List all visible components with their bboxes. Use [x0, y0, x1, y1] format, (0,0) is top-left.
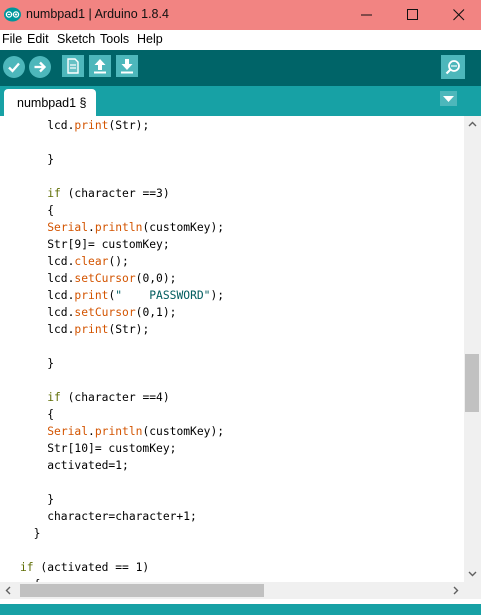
title-bar: numbpad1 | Arduino 1.8.4 — [0, 0, 481, 30]
scroll-right-arrow[interactable] — [447, 582, 464, 599]
code-line: lcd.print(" PASSWORD"); — [20, 289, 225, 302]
chevron-up-icon — [468, 121, 477, 127]
code-line: Str[10]= customKey; — [20, 442, 177, 455]
toolbar — [0, 50, 481, 86]
tab-bar: numbpad1 § — [0, 86, 481, 116]
code-line: { — [20, 408, 55, 421]
code-line: lcd.print(Str); — [20, 323, 150, 336]
tab-menu-button[interactable] — [440, 91, 457, 106]
arduino-logo-icon — [4, 7, 21, 22]
window-title: numbpad1 | Arduino 1.8.4 — [26, 7, 169, 21]
code-editor[interactable]: lcd.print(Str); } if (character ==3) { S… — [0, 116, 464, 582]
upload-icon — [34, 61, 47, 73]
code-line: } — [20, 153, 55, 166]
open-icon — [94, 59, 106, 74]
code-line: } — [20, 357, 55, 370]
code-line: { — [20, 204, 55, 217]
maximize-icon — [407, 9, 418, 20]
code-line: lcd.print(Str); — [20, 119, 150, 132]
save-icon — [121, 59, 133, 74]
code-line: Serial.println(customKey); — [47, 221, 225, 234]
code-line: if (character ==3) — [47, 187, 170, 200]
menu-edit[interactable]: Edit — [27, 32, 49, 46]
save-button[interactable] — [116, 55, 138, 77]
scroll-up-arrow[interactable] — [464, 116, 481, 133]
code-line: activated=1; — [20, 459, 129, 472]
close-icon — [453, 9, 465, 21]
code-line: if (character ==4) — [47, 391, 170, 404]
new-icon — [67, 58, 79, 74]
scroll-left-arrow[interactable] — [0, 582, 17, 599]
minimize-button[interactable] — [344, 0, 389, 30]
new-button[interactable] — [62, 55, 84, 77]
tab-numbpad1[interactable]: numbpad1 § — [4, 89, 96, 116]
horizontal-scroll-thumb[interactable] — [20, 584, 264, 597]
vertical-scrollbar[interactable] — [464, 116, 481, 582]
code-line: lcd.clear(); — [20, 255, 129, 268]
code-line: if (activated == 1) — [20, 561, 150, 574]
maximize-button[interactable] — [390, 0, 435, 30]
upload-button[interactable] — [29, 56, 51, 78]
serial-monitor-button[interactable] — [441, 55, 465, 79]
menu-sketch[interactable]: Sketch — [57, 32, 95, 46]
code-line: } — [20, 493, 55, 506]
serial-monitor-icon — [445, 60, 460, 75]
code-line: } — [20, 527, 41, 540]
scroll-down-arrow[interactable] — [464, 565, 481, 582]
tab-menu-icon — [443, 96, 454, 102]
tab-label: numbpad1 § — [17, 96, 87, 110]
code-line: Str[9]= customKey; — [20, 238, 170, 251]
scrollbar-corner — [464, 582, 481, 599]
minimize-icon — [361, 14, 372, 16]
menu-help[interactable]: Help — [137, 32, 163, 46]
chevron-right-icon — [453, 586, 459, 595]
close-button[interactable] — [436, 0, 481, 30]
menu-file[interactable]: File — [2, 32, 22, 46]
chevron-left-icon — [5, 586, 11, 595]
code-line: character=character+1; — [20, 510, 197, 523]
open-button[interactable] — [89, 55, 111, 77]
menu-tools[interactable]: Tools — [100, 32, 129, 46]
vertical-scroll-thumb[interactable] — [465, 354, 479, 412]
code-line: lcd.setCursor(0,1); — [20, 306, 177, 319]
verify-icon — [8, 62, 20, 73]
horizontal-scrollbar[interactable] — [0, 582, 464, 599]
verify-button[interactable] — [3, 56, 25, 78]
code-line: Serial.println(customKey); — [47, 425, 225, 438]
status-bar — [0, 604, 481, 615]
code-line: lcd.setCursor(0,0); — [20, 272, 177, 285]
chevron-down-icon — [468, 571, 477, 577]
menu-bar: File Edit Sketch Tools Help — [0, 30, 481, 50]
